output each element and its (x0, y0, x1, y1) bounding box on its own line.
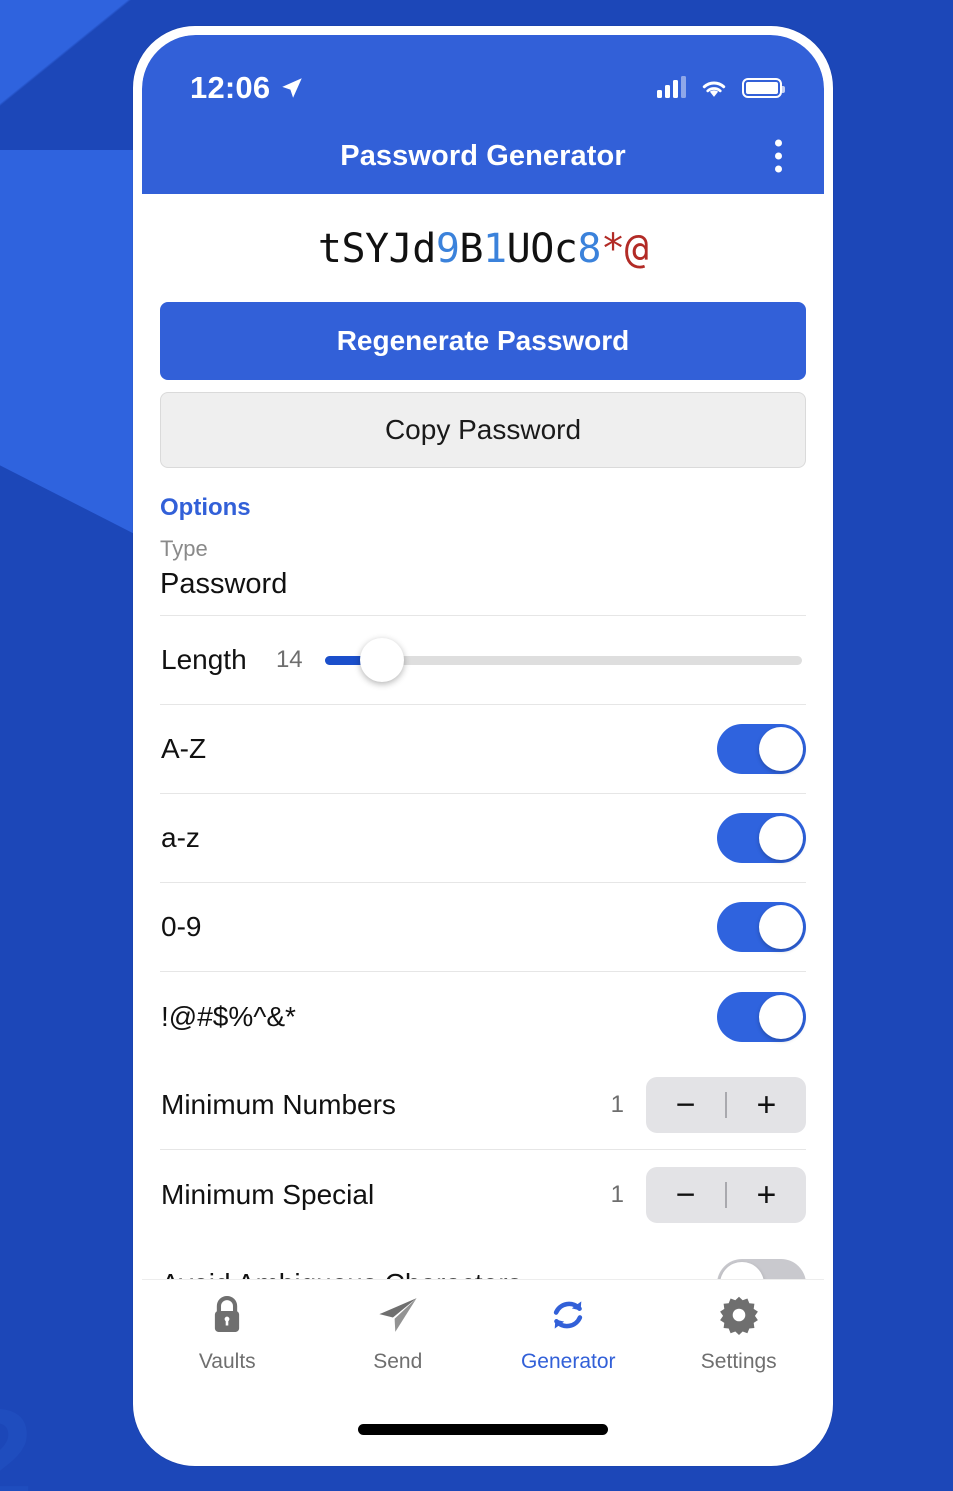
lock-icon (207, 1294, 247, 1341)
wallpaper-watermark-text-secondary: 2 (0, 1380, 33, 1491)
length-row: Length 14 (160, 616, 806, 705)
slider-thumb[interactable] (359, 638, 404, 682)
length-label: Length (161, 644, 247, 675)
toggle-knob (759, 816, 803, 860)
stepper-value: 1 (610, 1180, 624, 1208)
charset-toggle-switch[interactable] (717, 902, 806, 952)
home-indicator-area (142, 1401, 824, 1457)
regenerate-password-button[interactable]: Regenerate Password (160, 302, 806, 380)
length-slider[interactable] (324, 637, 802, 683)
copy-password-button[interactable]: Copy Password (160, 392, 806, 468)
toggle-knob (759, 994, 803, 1039)
charset-toggle-label: !@#$%^&* (161, 1000, 296, 1032)
stepper-increment-button[interactable]: + (727, 1077, 806, 1133)
stepper-value: 1 (610, 1091, 624, 1118)
tab-vaults[interactable]: Vaults (142, 1294, 313, 1374)
password-char-letter: O (530, 226, 554, 272)
status-bar-right (657, 75, 785, 99)
tab-generator[interactable]: Generator (483, 1294, 654, 1374)
options-section-label: Options (160, 494, 251, 521)
avoid-ambiguous-toggle[interactable] (717, 1258, 806, 1279)
status-time: 12:06 (190, 69, 271, 105)
character-set-toggle-list: A-Z a-z 0-9 !@#$%^&* (160, 705, 806, 1061)
stepper-increment-button[interactable]: + (727, 1167, 806, 1223)
stepper-decrement-button[interactable]: − (646, 1077, 725, 1133)
type-row[interactable]: Type Password (160, 528, 806, 616)
tab-label: Vaults (198, 1350, 256, 1373)
home-indicator-bar[interactable] (358, 1423, 608, 1435)
charset-toggle-label: a-z (161, 822, 200, 853)
charset-toggle-label: 0-9 (161, 911, 202, 942)
avoid-ambiguous-row: Avoid Ambiguous Characters (160, 1239, 806, 1279)
length-value: 14 (275, 646, 303, 673)
wifi-icon (702, 81, 726, 97)
status-bar: 12:06 (142, 35, 824, 118)
password-char-letter: d (412, 226, 436, 272)
charset-toggle-row: A-Z (160, 705, 806, 794)
toggle-knob (720, 1261, 764, 1279)
page-title: Password Generator (340, 139, 626, 172)
password-char-letter: U (506, 226, 531, 272)
refresh-cycle-icon (547, 1294, 589, 1341)
minimum-count-row: Minimum Special 1− + (160, 1150, 806, 1239)
password-char-digit: 1 (483, 226, 507, 272)
generator-content: tSYJd9B1UOc8*@ Regenerate Password Copy … (142, 194, 824, 1279)
charset-toggle-switch[interactable] (717, 724, 806, 774)
send-paper-plane-icon (376, 1294, 420, 1341)
quantity-stepper: − + (646, 1166, 806, 1223)
quantity-stepper: − + (646, 1077, 806, 1133)
password-char-letter: Y (365, 226, 389, 272)
generated-password-display[interactable]: tSYJd9B1UOc8*@ (160, 194, 806, 302)
phone-frame: 12:06 Password Generator tSYJd9B1UOc8*@ … (133, 26, 833, 1466)
phone-screen: 12:06 Password Generator tSYJd9B1UOc8*@ … (142, 35, 824, 1457)
password-char-letter: c (553, 226, 578, 272)
charset-toggle-row: 0-9 (160, 883, 806, 972)
minimum-count-label: Minimum Numbers (161, 1089, 396, 1120)
toggle-knob (759, 905, 803, 949)
charset-toggle-row: !@#$%^&* (160, 972, 806, 1061)
password-char-letter: t (317, 226, 342, 272)
bottom-tab-bar: Vaults Send Generator Settings (142, 1279, 824, 1401)
tab-label: Settings (700, 1350, 777, 1373)
password-char-letter: S (341, 226, 366, 272)
cellular-signal-icon (657, 75, 686, 98)
minimum-count-stepper-list: Minimum Numbers 1− + Minimum Special 1− + (160, 1061, 806, 1239)
stepper-group: 1− + (611, 1077, 806, 1133)
password-char-letter: J (388, 226, 413, 272)
tab-label: Generator (520, 1350, 616, 1373)
type-value: Password (160, 568, 288, 600)
charset-toggle-label: A-Z (161, 733, 207, 764)
stepper-decrement-button[interactable]: − (646, 1167, 725, 1223)
charset-toggle-switch[interactable] (717, 991, 806, 1042)
password-char-digit: 9 (435, 226, 460, 272)
minimum-count-label: Minimum Special (161, 1178, 375, 1210)
overflow-menu-icon[interactable] (763, 132, 794, 181)
tab-send[interactable]: Send (313, 1294, 484, 1374)
password-char-digit: 8 (577, 226, 601, 272)
password-char-special: * (600, 226, 625, 272)
password-char-special: @ (624, 226, 649, 272)
minimum-count-row: Minimum Numbers 1− + (160, 1061, 806, 1150)
toggle-knob (759, 727, 803, 771)
charset-toggle-switch[interactable] (717, 813, 806, 863)
battery-icon (742, 77, 785, 98)
charset-toggle-row: a-z (160, 794, 806, 883)
app-bar: Password Generator (142, 118, 824, 194)
wallpaper-background: tN Y:- Qz 2 12:06 (0, 0, 953, 1491)
stepper-group: 1− + (610, 1166, 806, 1223)
tab-label: Send (373, 1350, 423, 1373)
tab-settings[interactable]: Settings (654, 1294, 825, 1374)
type-caption: Type (160, 536, 208, 561)
password-char-letter: B (459, 226, 483, 272)
location-arrow-icon (282, 77, 303, 98)
status-bar-left: 12:06 (190, 70, 305, 106)
gear-icon (718, 1294, 760, 1341)
avoid-ambiguous-label: Avoid Ambiguous Characters (161, 1268, 522, 1280)
